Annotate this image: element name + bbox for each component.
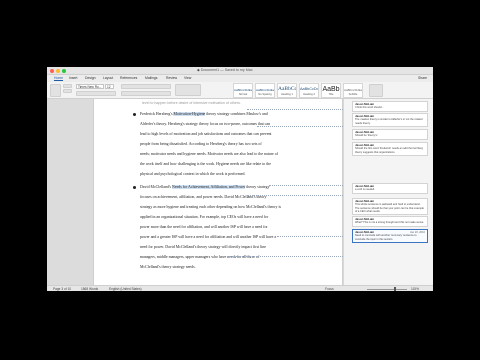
- language-indicator[interactable]: English (United States): [109, 287, 142, 291]
- para-line: managers, middle managers, upper manager…: [140, 255, 260, 259]
- style-no-spacing[interactable]: AaBbCcDdEe No Spacing: [255, 83, 275, 98]
- font-size-select[interactable]: 12: [105, 84, 114, 89]
- comment-pane: Jason McLain I think this word should...…: [343, 99, 433, 285]
- tab-layout[interactable]: Layout: [103, 76, 113, 80]
- word-window: ◆ Document1 — Saved to my Mac Home Inser…: [47, 67, 433, 291]
- zoom-button[interactable]: [62, 69, 66, 73]
- para-line: the work itself and how challenging is t…: [140, 162, 271, 166]
- para-line: focuses on achievement, affiliation, and…: [140, 195, 267, 199]
- paragraph-herzberg: Frederick Herzberg's Motivation-Hygiene …: [140, 109, 305, 179]
- para-line: lead to high levels of motivation and jo…: [140, 132, 272, 136]
- comment-text: Should the first word 'Frederick' needs …: [355, 147, 423, 154]
- para-line: physical and psychological context in wh…: [140, 172, 246, 176]
- comment-connector: [247, 195, 357, 196]
- style-sample: AaBbCcDdE: [300, 87, 318, 91]
- zoom-level[interactable]: 115%: [411, 287, 419, 291]
- copy-icon[interactable]: [63, 89, 72, 93]
- comment-card[interactable]: Jason McLain This whole sentence is awkw…: [352, 198, 428, 216]
- style-name: Normal: [238, 93, 248, 96]
- zoom-slider-thumb[interactable]: [394, 287, 397, 291]
- comment-date: Jan 20, 2016: [410, 231, 425, 234]
- comment-text: Need to conclude with another 'summary' …: [355, 234, 417, 241]
- list-buttons[interactable]: [121, 84, 171, 89]
- zoom-slider[interactable]: [367, 287, 407, 291]
- comment-card[interactable]: Jason McLain Should the first word 'Fred…: [352, 142, 428, 156]
- comment-card-selected[interactable]: Jason McLain Jan 20, 2016 Need to conclu…: [352, 229, 428, 243]
- style-sample: AaBbCcDdEe: [344, 88, 362, 92]
- comment-connector: [247, 109, 357, 110]
- style-sample: AaBbCcDd: [278, 86, 296, 92]
- share-button[interactable]: Share: [418, 76, 427, 80]
- style-sample: AaBb: [322, 86, 340, 93]
- bullet-2: [133, 186, 136, 189]
- comment-card[interactable]: Jason McLain a verb is needed.: [352, 183, 428, 194]
- paragraph-buttons[interactable]: [175, 84, 201, 96]
- comment-text: Should be 'theory's.': [355, 134, 379, 138]
- tab-home[interactable]: Home: [54, 76, 64, 81]
- focus-button[interactable]: Focus: [325, 287, 334, 291]
- comment-text: This whole sentence is awkward and hard …: [355, 203, 424, 213]
- styles-pane-button[interactable]: [369, 84, 383, 97]
- para-line: power more than the need for affiliation…: [140, 225, 268, 229]
- close-button[interactable]: [50, 69, 54, 73]
- style-subtitle[interactable]: AaBbCcDdEe Subtitle: [343, 83, 363, 98]
- paste-button[interactable]: [50, 84, 61, 97]
- comment-connector: [257, 126, 357, 127]
- tab-design[interactable]: Design: [85, 76, 96, 80]
- style-name: Heading 2: [303, 93, 315, 96]
- minimize-button[interactable]: [56, 69, 60, 73]
- comment-card[interactable]: Jason McLain Should be 'theory's.': [352, 129, 428, 140]
- comment-card[interactable]: Jason McLain I think this word should...: [352, 101, 428, 112]
- para-line: McClelland's theory strategy needs.: [140, 265, 196, 269]
- style-sample: AaBbCcDdEe: [234, 88, 252, 92]
- status-bar: Page 3 of 10 1868 Words English (United …: [47, 285, 433, 291]
- style-name: Heading 1: [281, 93, 293, 96]
- comment-card[interactable]: Jason McLain What? This is not a strong …: [352, 216, 428, 227]
- para-line: power and a greater ISP will have a need…: [140, 235, 277, 239]
- tab-insert[interactable]: Insert: [69, 76, 77, 80]
- ribbon-tabs: Home Insert Design Layout References Mai…: [47, 75, 433, 82]
- para-line: Frederick Herzberg's Motivation-Hygiene …: [140, 112, 268, 116]
- comment-text: I think this word should...: [355, 106, 384, 110]
- para-line: applied in an organizational situation. …: [140, 215, 269, 219]
- para-line: Alderfer's theory. Herzberg's strategy t…: [140, 122, 271, 126]
- tab-mailings[interactable]: Mailings: [145, 76, 157, 80]
- faded-line: level to happen before desire of intensi…: [142, 101, 241, 105]
- style-heading-2[interactable]: AaBbCcDdE Heading 2: [299, 83, 319, 98]
- comment-text: What? This is not a strong thought and t…: [355, 221, 425, 225]
- alignment-buttons[interactable]: [121, 91, 171, 96]
- style-normal[interactable]: AaBbCcDdEe Normal: [233, 83, 253, 98]
- document-canvas: level to happen before desire of intensi…: [47, 99, 433, 285]
- style-name: No Spacing: [258, 93, 272, 96]
- cut-icon[interactable]: [63, 84, 72, 88]
- word-count[interactable]: 1868 Words: [81, 287, 98, 291]
- para-line: David McClelland's Needs for Achievement…: [140, 185, 270, 189]
- title-bar: ◆ Document1 — Saved to my Mac: [47, 67, 433, 75]
- style-heading-1[interactable]: AaBbCcDd Heading 1: [277, 83, 297, 98]
- screen: ◆ Document1 — Saved to my Mac Home Inser…: [0, 0, 480, 360]
- tab-review[interactable]: Review: [166, 76, 177, 80]
- font-name-select[interactable]: Times New Ro...: [76, 84, 104, 89]
- ribbon-home: Times New Ro... 12 AaBbCcDdEe Normal AaB…: [47, 82, 433, 99]
- style-sample: AaBbCcDdEe: [256, 88, 274, 92]
- document-title: ◆ Document1 — Saved to my Mac: [197, 68, 253, 72]
- style-name: Subtitle: [348, 93, 358, 96]
- comment-text: a verb is needed.: [355, 188, 375, 192]
- para-line: strategy as more hygiene and treating ea…: [140, 205, 282, 209]
- comment-card[interactable]: Jason McLain The maslow theory is simila…: [352, 113, 428, 127]
- para-line: needs; motivator needs and hygiene needs…: [140, 152, 278, 156]
- tab-references[interactable]: References: [120, 76, 137, 80]
- comment-connector: [227, 256, 357, 257]
- format-buttons[interactable]: [76, 91, 116, 96]
- bullet-1: [133, 113, 136, 116]
- comment-text: The maslow theory is similar to Alderfer…: [355, 118, 423, 125]
- style-title[interactable]: AaBb Title: [321, 83, 341, 98]
- para-line: need for power. David McClelland's theor…: [140, 245, 267, 249]
- page-count[interactable]: Page 3 of 10: [53, 287, 71, 291]
- tab-view[interactable]: View: [184, 76, 191, 80]
- para-line: people from being dissatisfied. Accordin…: [140, 142, 262, 146]
- style-name: Title: [328, 93, 334, 96]
